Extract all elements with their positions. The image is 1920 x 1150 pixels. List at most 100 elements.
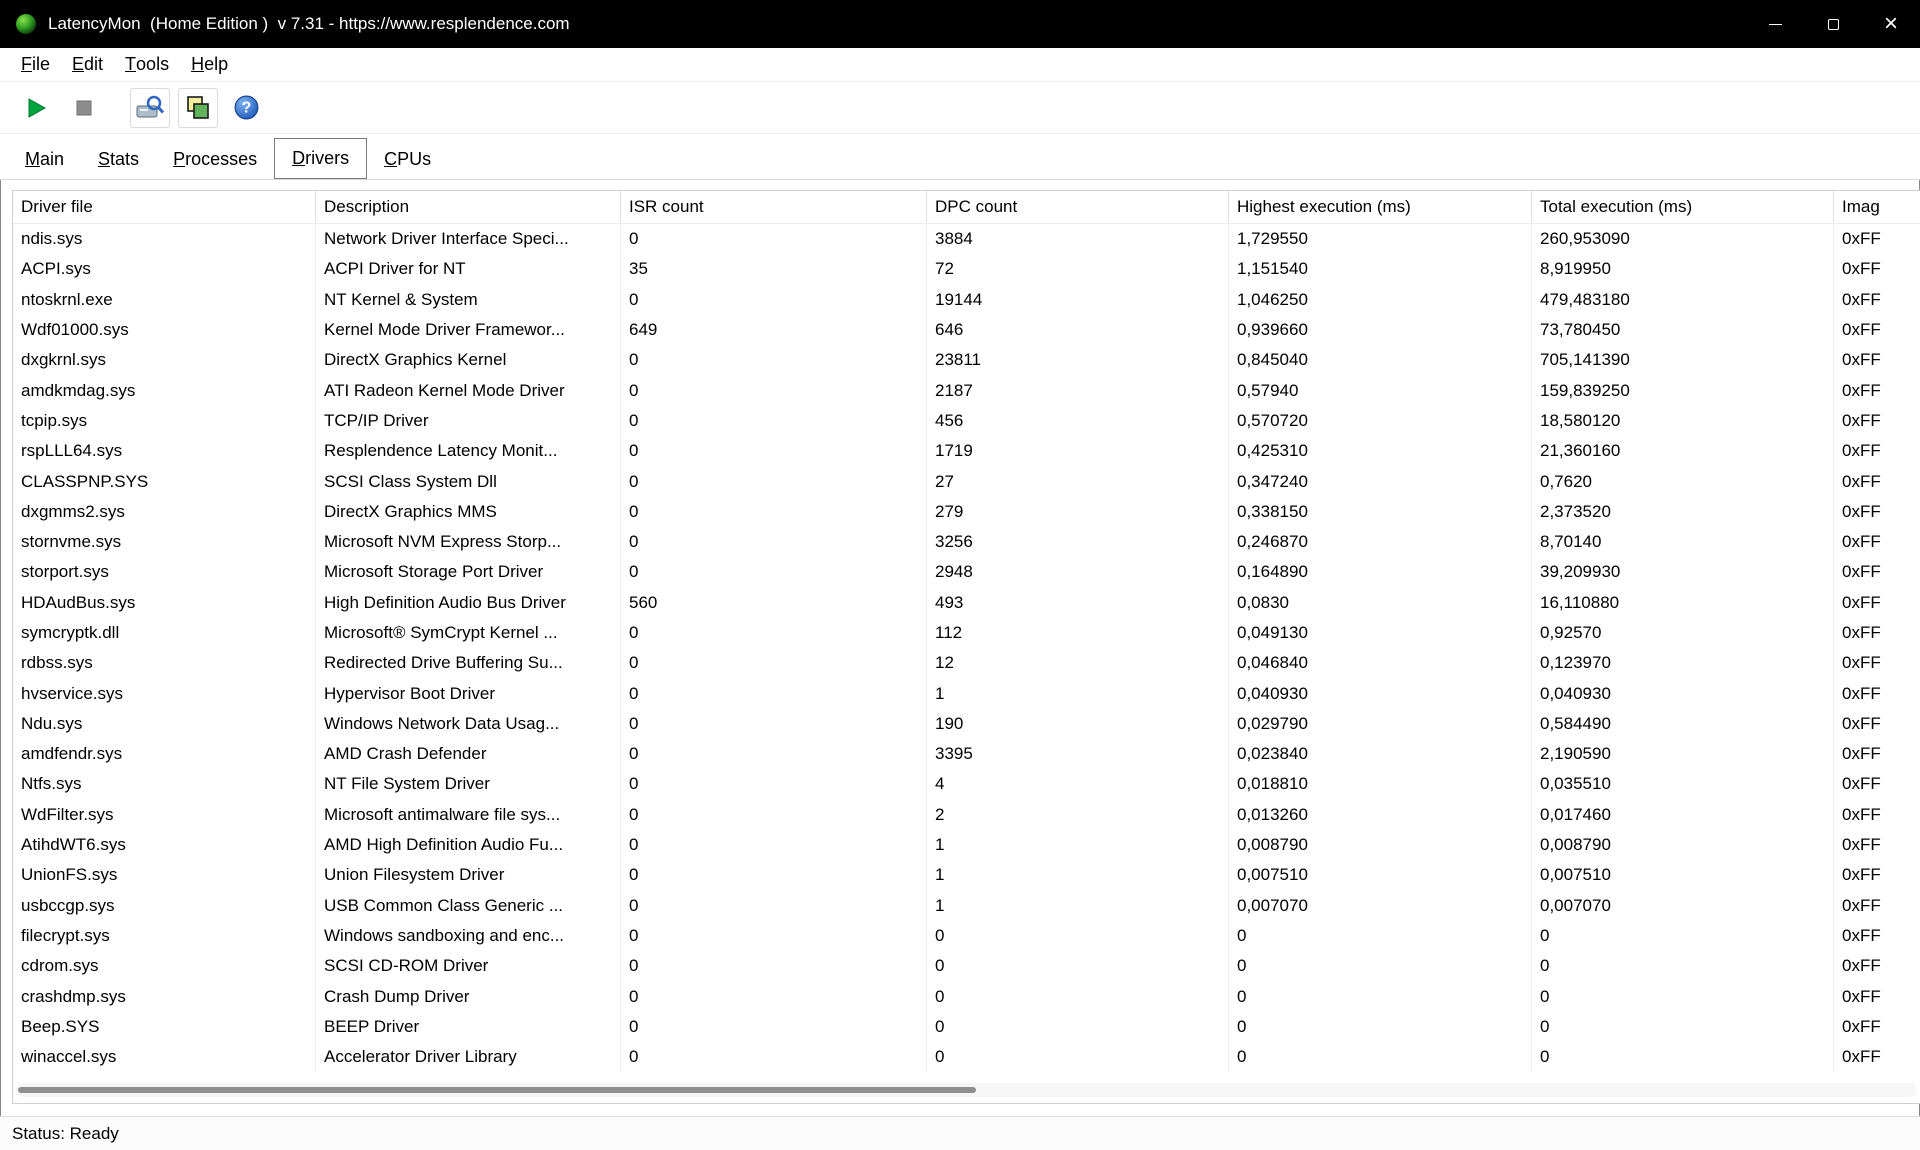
table-row[interactable]: hvservice.sysHypervisor Boot Driver010,0… — [13, 678, 1920, 708]
table-row[interactable]: UnionFS.sysUnion Filesystem Driver010,00… — [13, 860, 1920, 890]
cell: 0,123970 — [1532, 648, 1834, 678]
maximize-button[interactable] — [1804, 0, 1862, 48]
cell: 2,373520 — [1532, 497, 1834, 527]
table-row[interactable]: filecrypt.sysWindows sandboxing and enc.… — [13, 921, 1920, 951]
cell: 0,007070 — [1532, 891, 1834, 921]
menu-edit[interactable]: Edit — [61, 48, 114, 81]
scrollbar-thumb[interactable] — [18, 1087, 976, 1093]
table-row[interactable]: Beep.SYSBEEP Driver00000xFF — [13, 1012, 1920, 1042]
cell: 18,580120 — [1532, 406, 1834, 436]
column-header[interactable]: Imag — [1834, 191, 1920, 223]
cell: 0,0830 — [1229, 588, 1532, 618]
column-header[interactable]: Driver file — [13, 191, 316, 223]
table-row[interactable]: storport.sysMicrosoft Storage Port Drive… — [13, 557, 1920, 587]
cell: Network Driver Interface Speci... — [316, 224, 621, 254]
table-row[interactable]: tcpip.sysTCP/IP Driver04560,57072018,580… — [13, 406, 1920, 436]
column-header[interactable]: DPC count — [927, 191, 1229, 223]
cell: 0,570720 — [1229, 406, 1532, 436]
tab-drivers[interactable]: Drivers — [274, 138, 367, 179]
minimize-button[interactable] — [1746, 0, 1804, 48]
cell: 0xFF — [1834, 891, 1920, 921]
table-row[interactable]: winaccel.sysAccelerator Driver Library00… — [13, 1042, 1920, 1072]
copy-report-button[interactable] — [178, 88, 218, 128]
table-row[interactable]: CLASSPNP.SYSSCSI Class System Dll0270,34… — [13, 466, 1920, 496]
cell: DirectX Graphics MMS — [316, 497, 621, 527]
table-row[interactable]: ntoskrnl.exeNT Kernel & System0191441,04… — [13, 285, 1920, 315]
cell: 0 — [621, 830, 927, 860]
tab-stats[interactable]: Stats — [81, 140, 156, 179]
column-header[interactable]: Description — [316, 191, 621, 223]
table-row[interactable]: amdkmdag.sysATI Radeon Kernel Mode Drive… — [13, 375, 1920, 405]
table-row[interactable]: symcryptk.dllMicrosoft® SymCrypt Kernel … — [13, 618, 1920, 648]
table-row[interactable]: rspLLL64.sysResplendence Latency Monit..… — [13, 436, 1920, 466]
table-row[interactable]: stornvme.sysMicrosoft NVM Express Storp.… — [13, 527, 1920, 557]
cell: 0 — [621, 406, 927, 436]
window-title: LatencyMon (Home Edition ) v 7.31 - http… — [48, 14, 570, 34]
cell: DirectX Graphics Kernel — [316, 345, 621, 375]
cell: 0xFF — [1834, 981, 1920, 1011]
table-row[interactable]: Wdf01000.sysKernel Mode Driver Framewor.… — [13, 315, 1920, 345]
analyze-drive-button[interactable] — [130, 88, 170, 128]
cell: BEEP Driver — [316, 1012, 621, 1042]
table-row[interactable]: dxgkrnl.sysDirectX Graphics Kernel023811… — [13, 345, 1920, 375]
tab-cpus[interactable]: CPUs — [367, 140, 448, 179]
cell: 3884 — [927, 224, 1229, 254]
status-text: Status: Ready — [12, 1124, 119, 1144]
table-row[interactable]: cdrom.sysSCSI CD-ROM Driver00000xFF — [13, 951, 1920, 981]
cell: 0 — [1229, 951, 1532, 981]
window-controls: × — [1746, 0, 1920, 48]
cell: 0xFF — [1834, 800, 1920, 830]
table-row[interactable]: Ndu.sysWindows Network Data Usag...01900… — [13, 709, 1920, 739]
column-header[interactable]: ISR count — [621, 191, 927, 223]
cell: 0xFF — [1834, 497, 1920, 527]
tab-processes[interactable]: Processes — [156, 140, 274, 179]
cell: 0,425310 — [1229, 436, 1532, 466]
table-row[interactable]: Ntfs.sysNT File System Driver040,0188100… — [13, 769, 1920, 799]
table-row[interactable]: rdbss.sysRedirected Drive Buffering Su..… — [13, 648, 1920, 678]
menu-help[interactable]: Help — [180, 48, 239, 81]
cell: 0 — [621, 345, 927, 375]
cell: 1 — [927, 860, 1229, 890]
cell: Beep.SYS — [13, 1012, 316, 1042]
horizontal-scrollbar[interactable] — [16, 1083, 1917, 1097]
start-monitor-button[interactable] — [16, 88, 56, 128]
table-row[interactable]: amdfendr.sysAMD Crash Defender033950,023… — [13, 739, 1920, 769]
cell: Microsoft NVM Express Storp... — [316, 527, 621, 557]
menu-tools[interactable]: Tools — [114, 48, 180, 81]
stop-monitor-button[interactable] — [64, 88, 104, 128]
cell: filecrypt.sys — [13, 921, 316, 951]
column-header[interactable]: Total execution (ms) — [1532, 191, 1834, 223]
table-row[interactable]: dxgmms2.sysDirectX Graphics MMS02790,338… — [13, 497, 1920, 527]
stop-icon — [74, 98, 94, 118]
cell: 0,338150 — [1229, 497, 1532, 527]
table-row[interactable]: ndis.sysNetwork Driver Interface Speci..… — [13, 224, 1920, 254]
cell: 0,029790 — [1229, 709, 1532, 739]
cell: 479,483180 — [1532, 285, 1834, 315]
table-row[interactable]: WdFilter.sysMicrosoft antimalware file s… — [13, 800, 1920, 830]
cell: 73,780450 — [1532, 315, 1834, 345]
cell: 0xFF — [1834, 406, 1920, 436]
menu-file[interactable]: File — [10, 48, 61, 81]
cell: 0xFF — [1834, 285, 1920, 315]
table-row[interactable]: usbccgp.sysUSB Common Class Generic ...0… — [13, 891, 1920, 921]
cell: 0 — [1532, 1042, 1834, 1072]
cell: 0xFF — [1834, 618, 1920, 648]
tab-main[interactable]: Main — [8, 140, 81, 179]
cell: 0 — [621, 860, 927, 890]
table-row[interactable]: HDAudBus.sysHigh Definition Audio Bus Dr… — [13, 588, 1920, 618]
cell: 0 — [621, 436, 927, 466]
cell: 493 — [927, 588, 1229, 618]
menu-bar: File Edit Tools Help — [0, 48, 1920, 82]
cell: Windows Network Data Usag... — [316, 709, 621, 739]
help-button[interactable]: ? — [226, 88, 266, 128]
table-row[interactable]: AtihdWT6.sysAMD High Definition Audio Fu… — [13, 830, 1920, 860]
cell: 0xFF — [1834, 648, 1920, 678]
cell: UnionFS.sys — [13, 860, 316, 890]
cell: Accelerator Driver Library — [316, 1042, 621, 1072]
close-button[interactable]: × — [1862, 0, 1920, 48]
table-row[interactable]: ACPI.sysACPI Driver for NT35721,1515408,… — [13, 254, 1920, 284]
column-header[interactable]: Highest execution (ms) — [1229, 191, 1532, 223]
cell: ntoskrnl.exe — [13, 285, 316, 315]
cell: High Definition Audio Bus Driver — [316, 588, 621, 618]
table-row[interactable]: crashdmp.sysCrash Dump Driver00000xFF — [13, 981, 1920, 1011]
